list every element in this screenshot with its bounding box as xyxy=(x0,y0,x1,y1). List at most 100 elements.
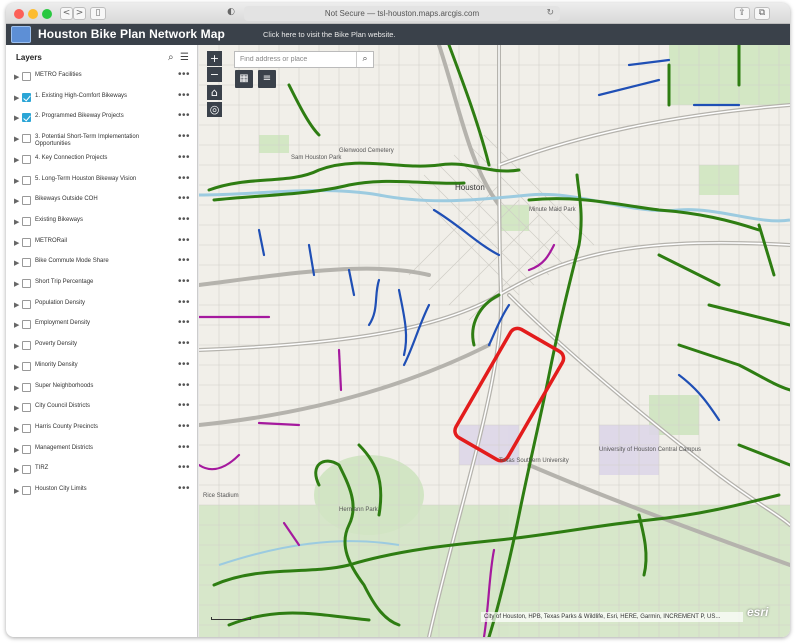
layer-visibility-checkbox[interactable] xyxy=(22,361,31,371)
forward-icon[interactable]: > xyxy=(73,7,86,20)
layer-visibility-checkbox[interactable] xyxy=(22,444,31,454)
layer-options-icon[interactable]: ••• xyxy=(178,400,190,411)
share-icon[interactable]: ⇪ xyxy=(734,7,750,20)
map-canvas[interactable] xyxy=(199,45,790,637)
sidebar-toggle-icon[interactable]: ▯ xyxy=(90,7,106,20)
legend-icon[interactable]: ≡ xyxy=(258,70,276,88)
layer-options-icon[interactable]: ••• xyxy=(178,193,190,204)
layer-options-icon[interactable]: ••• xyxy=(178,359,190,370)
address-bar[interactable]: Not Secure — tsl-houston.maps.arcgis.com… xyxy=(244,6,560,21)
layer-options-icon[interactable]: ••• xyxy=(178,276,190,287)
expand-caret-icon[interactable]: ▶ xyxy=(14,239,19,247)
layer-item[interactable]: ▶ Bikeways Outside COH ••• xyxy=(6,191,197,211)
layer-item[interactable]: ▶ Management Districts ••• xyxy=(6,440,197,460)
layer-item[interactable]: ▶ METRORail ••• xyxy=(6,233,197,253)
layer-options-icon[interactable]: ••• xyxy=(178,173,190,184)
expand-caret-icon[interactable]: ▶ xyxy=(14,94,19,102)
layer-options-icon[interactable]: ••• xyxy=(178,297,190,308)
layer-options-icon[interactable]: ••• xyxy=(178,380,190,391)
layer-item[interactable]: ▶ Bike Commute Mode Share ••• xyxy=(6,253,197,273)
layer-options-icon[interactable]: ••• xyxy=(178,152,190,163)
layer-visibility-checkbox[interactable] xyxy=(22,423,31,433)
layer-options-icon[interactable]: ••• xyxy=(178,255,190,266)
privacy-shield-icon[interactable]: ◐ xyxy=(224,7,238,20)
layer-visibility-checkbox[interactable] xyxy=(22,154,31,164)
layer-visibility-checkbox[interactable] xyxy=(22,320,31,330)
layer-options-icon[interactable]: ••• xyxy=(178,214,190,225)
expand-caret-icon[interactable]: ▶ xyxy=(14,197,19,205)
expand-caret-icon[interactable]: ▶ xyxy=(14,156,19,164)
expand-caret-icon[interactable]: ▶ xyxy=(14,446,19,454)
layer-visibility-checkbox[interactable] xyxy=(22,134,31,144)
layer-options-icon[interactable]: ••• xyxy=(178,110,190,121)
layer-visibility-checkbox[interactable] xyxy=(22,258,31,268)
back-icon[interactable]: < xyxy=(60,7,73,20)
layer-visibility-checkbox[interactable] xyxy=(22,216,31,226)
layer-item[interactable]: ▶ Existing Bikeways ••• xyxy=(6,212,197,232)
locate-icon[interactable]: ◎ xyxy=(207,102,222,117)
layer-item[interactable]: ▶ Houston City Limits ••• xyxy=(6,481,197,501)
expand-caret-icon[interactable]: ▶ xyxy=(14,218,19,226)
layer-options-icon[interactable]: ••• xyxy=(178,90,190,101)
layer-options-icon[interactable]: ••• xyxy=(178,235,190,246)
expand-caret-icon[interactable]: ▶ xyxy=(14,135,19,143)
expand-caret-icon[interactable]: ▶ xyxy=(14,487,19,495)
expand-caret-icon[interactable]: ▶ xyxy=(14,114,19,122)
layer-visibility-checkbox[interactable] xyxy=(22,175,31,185)
basemap-gallery-icon[interactable]: ▦ xyxy=(235,70,253,88)
layer-visibility-checkbox[interactable] xyxy=(22,72,31,81)
layer-item[interactable]: ▶ 1. Existing High-Comfort Bikeways ••• xyxy=(6,88,197,108)
layer-visibility-checkbox[interactable] xyxy=(22,299,31,309)
zoom-out-button[interactable]: − xyxy=(207,67,222,82)
layer-options-icon[interactable]: ••• xyxy=(178,483,190,494)
filter-layers-icon[interactable]: ☰ xyxy=(180,52,189,63)
reload-icon[interactable]: ↻ xyxy=(546,6,554,21)
layer-item[interactable]: ▶ Minority Density ••• xyxy=(6,357,197,377)
close-window-icon[interactable] xyxy=(14,9,24,19)
layer-item[interactable]: ▶ Harris County Precincts ••• xyxy=(6,419,197,439)
bike-plan-website-link[interactable]: Click here to visit the Bike Plan websit… xyxy=(263,30,396,39)
layer-visibility-checkbox[interactable] xyxy=(22,382,31,392)
layer-item[interactable]: ▶ Super Neighborhoods ••• xyxy=(6,378,197,398)
expand-caret-icon[interactable]: ▶ xyxy=(14,466,19,474)
minimize-window-icon[interactable] xyxy=(28,9,38,19)
address-search-button[interactable]: ⌕ xyxy=(356,52,373,67)
layer-item[interactable]: ▶ 3. Potential Short-Term Implementation … xyxy=(6,129,197,149)
expand-caret-icon[interactable]: ▶ xyxy=(14,363,19,371)
layer-visibility-checkbox[interactable] xyxy=(22,486,31,495)
layer-item[interactable]: ▶ Population Density ••• xyxy=(6,295,197,315)
layer-options-icon[interactable]: ••• xyxy=(178,421,190,432)
expand-caret-icon[interactable]: ▶ xyxy=(14,342,19,350)
layer-visibility-checkbox[interactable] xyxy=(22,279,31,288)
zoom-in-button[interactable]: + xyxy=(207,51,222,66)
layer-options-icon[interactable]: ••• xyxy=(178,131,190,142)
layer-item[interactable]: ▶ 5. Long-Term Houston Bikeway Vision ••• xyxy=(6,171,197,191)
layer-visibility-checkbox[interactable] xyxy=(22,196,31,206)
fullscreen-window-icon[interactable] xyxy=(42,9,52,19)
expand-caret-icon[interactable]: ▶ xyxy=(14,177,19,185)
expand-caret-icon[interactable]: ▶ xyxy=(14,321,19,329)
layer-visibility-checkbox[interactable] xyxy=(22,403,31,413)
layer-item[interactable]: ▶ METRO Facilities ••• xyxy=(6,67,197,87)
layer-item[interactable]: ▶ Poverty Density ••• xyxy=(6,336,197,356)
layer-options-icon[interactable]: ••• xyxy=(178,69,190,80)
expand-caret-icon[interactable]: ▶ xyxy=(14,280,19,288)
address-search-input[interactable] xyxy=(235,52,357,67)
layer-item[interactable]: ▶ Employment Density ••• xyxy=(6,315,197,335)
home-icon[interactable]: ⌂ xyxy=(207,85,222,100)
expand-caret-icon[interactable]: ▶ xyxy=(14,73,19,81)
expand-caret-icon[interactable]: ▶ xyxy=(14,384,19,392)
search-layers-icon[interactable]: ⌕ xyxy=(168,52,174,63)
layer-visibility-checkbox[interactable] xyxy=(22,465,31,475)
layer-item[interactable]: ▶ Short Trip Percentage ••• xyxy=(6,274,197,294)
layer-item[interactable]: ▶ 2. Programmed Bikeway Projects ••• xyxy=(6,108,197,128)
expand-caret-icon[interactable]: ▶ xyxy=(14,301,19,309)
layer-item[interactable]: ▶ 4. Key Connection Projects ••• xyxy=(6,150,197,170)
tabs-overview-icon[interactable]: ⧉ xyxy=(754,7,770,20)
layer-visibility-checkbox[interactable] xyxy=(22,92,31,102)
layer-visibility-checkbox[interactable] xyxy=(22,113,31,123)
layer-options-icon[interactable]: ••• xyxy=(178,442,190,453)
map-view[interactable]: Houston Sam Houston Park Glenwood Cemete… xyxy=(199,45,790,637)
layer-options-icon[interactable]: ••• xyxy=(178,317,190,328)
layer-options-icon[interactable]: ••• xyxy=(178,462,190,473)
